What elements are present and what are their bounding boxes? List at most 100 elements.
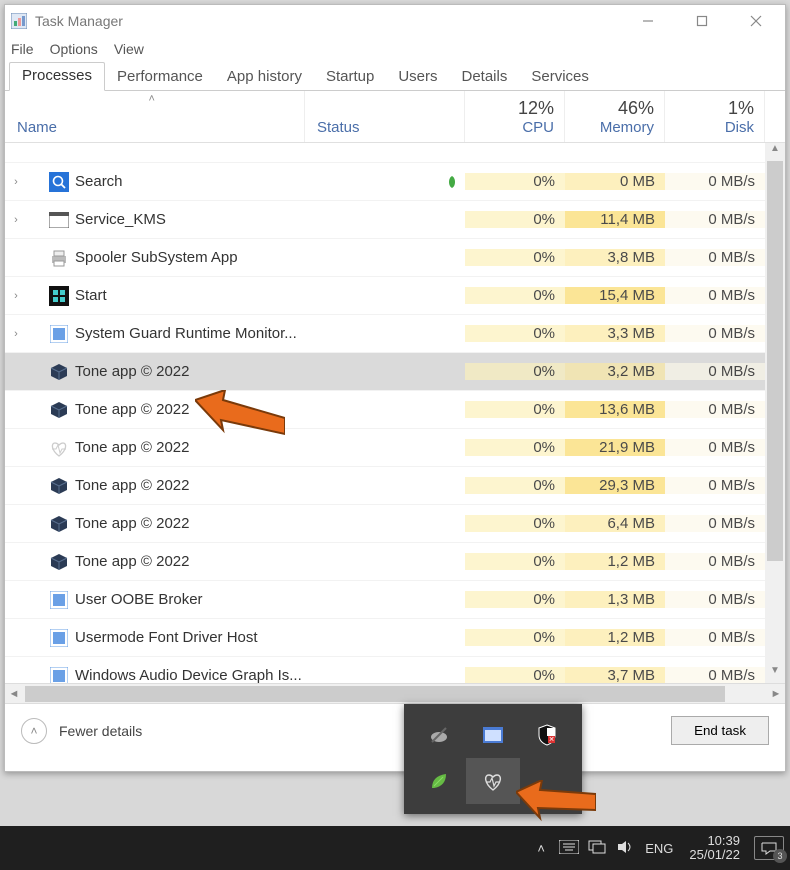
process-row[interactable]: ›·Service_KMS0%11,4 MB0 MB/s	[5, 201, 785, 239]
col-memory[interactable]: 46% Memory	[565, 91, 665, 142]
expand-caret-icon[interactable]: ›	[9, 214, 23, 226]
process-row[interactable]: ›·Tone app © 20220%6,4 MB0 MB/s	[5, 505, 785, 543]
close-button[interactable]	[729, 5, 783, 37]
memory-cell: 0 MB	[565, 173, 665, 190]
screenshot-frame: Task Manager File Options View Processes…	[0, 0, 790, 870]
minimize-button[interactable]	[621, 5, 675, 37]
app-icon	[49, 590, 69, 610]
tray-overflow[interactable]: ✕	[404, 704, 582, 814]
process-row[interactable]: ›·System Guard Runtime Monitor...0%3,3 M…	[5, 315, 785, 353]
clock[interactable]: 10:39 25/01/22	[689, 834, 740, 863]
menu-bar: File Options View	[5, 37, 785, 61]
expand-caret-icon[interactable]: ›	[9, 176, 23, 188]
notifications-button[interactable]: 3	[754, 836, 784, 860]
tray-heart-icon[interactable]	[466, 758, 520, 804]
status-cell	[305, 175, 465, 189]
disk-cell: 0 MB/s	[665, 477, 765, 494]
vertical-scrollbar[interactable]: ▲▼	[765, 143, 785, 683]
window-controls	[621, 5, 783, 37]
process-row[interactable]: ›·Tone app © 20220%21,9 MB0 MB/s	[5, 429, 785, 467]
app-icon	[11, 13, 27, 29]
process-row[interactable]: ›·Start0%15,4 MB0 MB/s	[5, 277, 785, 315]
process-name: Windows Audio Device Graph Is...	[75, 667, 302, 683]
tray-window-icon[interactable]	[466, 712, 520, 758]
menu-file[interactable]: File	[11, 41, 34, 57]
cpu-cell: 0%	[465, 515, 565, 532]
app-icon	[49, 666, 69, 684]
process-row[interactable]: ›·Windows Audio Device Graph Is...0%3,7 …	[5, 657, 785, 683]
process-row[interactable]: ›·Tone app © 20220%13,6 MB0 MB/s	[5, 391, 785, 429]
memory-cell: 3,2 MB	[565, 363, 665, 380]
col-name-label: Name	[17, 119, 57, 136]
fewer-details-button[interactable]: ˄ Fewer details	[21, 718, 142, 744]
expand-caret-icon[interactable]: ›	[9, 290, 23, 302]
disk-cell: 0 MB/s	[665, 553, 765, 570]
disk-label: Disk	[725, 119, 754, 136]
process-row[interactable]: ›·Spooler SubSystem App0%3,8 MB0 MB/s	[5, 239, 785, 277]
col-name[interactable]: ˄ Name	[5, 91, 305, 142]
tray-chevron-icon[interactable]: ˄	[527, 841, 555, 856]
disk-cell: 0 MB/s	[665, 515, 765, 532]
memory-cell: 3,8 MB	[565, 249, 665, 266]
cpu-cell: 0%	[465, 211, 565, 228]
process-name: Service_KMS	[75, 211, 166, 228]
tab-performance[interactable]: Performance	[105, 64, 215, 91]
window-icon	[49, 210, 69, 230]
tab-startup[interactable]: Startup	[314, 64, 386, 91]
titlebar[interactable]: Task Manager	[5, 5, 785, 37]
maximize-button[interactable]	[675, 5, 729, 37]
col-cpu[interactable]: 12% CPU	[465, 91, 565, 142]
tray-cloud-off-icon[interactable]	[412, 712, 466, 758]
process-row[interactable]: ›·Tone app © 20220%3,2 MB0 MB/s	[5, 353, 785, 391]
process-list[interactable]: ›·Search0%0 MB0 MB/s›·Service_KMS0%11,4 …	[5, 143, 785, 683]
cube-icon	[49, 362, 69, 382]
disk-cell: 0 MB/s	[665, 173, 765, 190]
disk-cell: 0 MB/s	[665, 363, 765, 380]
tab-details[interactable]: Details	[450, 64, 520, 91]
tab-app-history[interactable]: App history	[215, 64, 314, 91]
volume-icon[interactable]	[611, 839, 639, 858]
memory-pct: 46%	[618, 98, 654, 119]
tab-processes[interactable]: Processes	[9, 62, 105, 91]
tray-shield-x-icon[interactable]: ✕	[520, 712, 574, 758]
process-row[interactable]: ›·User OOBE Broker0%1,3 MB0 MB/s	[5, 581, 785, 619]
memory-cell: 21,9 MB	[565, 439, 665, 456]
hscroll-thumb[interactable]	[25, 686, 725, 702]
cpu-label: CPU	[522, 119, 554, 136]
language-indicator[interactable]: ENG	[645, 841, 673, 856]
process-name: Tone app © 2022	[75, 553, 189, 570]
cpu-cell: 0%	[465, 477, 565, 494]
network-icon[interactable]	[583, 839, 611, 858]
menu-options[interactable]: Options	[50, 41, 98, 57]
end-task-button[interactable]: End task	[671, 716, 769, 745]
cpu-cell: 0%	[465, 439, 565, 456]
tab-services[interactable]: Services	[519, 64, 601, 91]
horizontal-scrollbar[interactable]: ◄►	[5, 683, 785, 703]
col-status[interactable]: Status	[305, 91, 465, 142]
menu-view[interactable]: View	[114, 41, 144, 57]
notification-badge: 3	[773, 849, 787, 863]
process-row[interactable]: ›·Tone app © 20220%1,2 MB0 MB/s	[5, 543, 785, 581]
disk-cell: 0 MB/s	[665, 249, 765, 266]
process-row[interactable]: ›·Usermode Font Driver Host0%1,2 MB0 MB/…	[5, 619, 785, 657]
process-name: Search	[75, 173, 123, 190]
disk-cell: 0 MB/s	[665, 629, 765, 646]
clock-time: 10:39	[689, 834, 740, 848]
keyboard-icon[interactable]	[555, 840, 583, 857]
expand-caret-icon[interactable]: ›	[9, 328, 23, 340]
col-disk[interactable]: 1% Disk	[665, 91, 765, 142]
tray-leaf-icon[interactable]	[412, 758, 466, 804]
memory-cell: 15,4 MB	[565, 287, 665, 304]
disk-pct: 1%	[728, 98, 754, 119]
process-row[interactable]: ›·Search0%0 MB0 MB/s	[5, 163, 785, 201]
cube-icon	[49, 476, 69, 496]
taskbar[interactable]: ˄ ENG 10:39 25/01/22 3	[0, 826, 790, 870]
process-row[interactable]: ›·Tone app © 20220%29,3 MB0 MB/s	[5, 467, 785, 505]
cpu-cell: 0%	[465, 363, 565, 380]
fewer-details-label: Fewer details	[59, 723, 142, 739]
tab-users[interactable]: Users	[386, 64, 449, 91]
chevron-up-icon: ˄	[21, 718, 47, 744]
scroll-thumb[interactable]	[767, 161, 783, 561]
task-manager-window: Task Manager File Options View Processes…	[4, 4, 786, 772]
memory-label: Memory	[600, 119, 654, 136]
